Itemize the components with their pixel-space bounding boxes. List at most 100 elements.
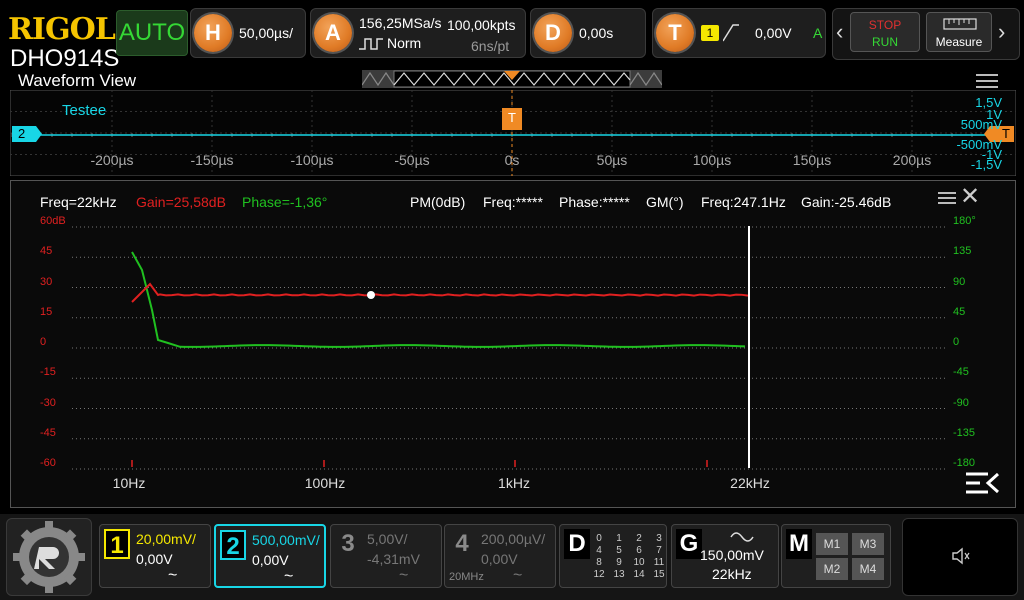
channel-4-number: 4 <box>455 530 469 557</box>
horizontal-panel[interactable]: H 50,00µs/ <box>190 8 306 58</box>
acquire-icon: A <box>314 14 352 52</box>
trigger-level: 0,00V <box>755 25 792 41</box>
scroll-left-icon[interactable]: ‹ <box>836 20 843 44</box>
measure-label: Measure <box>935 35 983 49</box>
digital-channel-index: 15 <box>653 569 665 580</box>
channel-scale: 5,00V/ <box>367 531 408 547</box>
channel-1-panel[interactable]: 1 20,00mV/0,00V ~ <box>99 524 211 588</box>
digital-channel-index: 2 <box>636 533 642 544</box>
digital-label: D <box>564 529 590 559</box>
sound-button[interactable] <box>902 518 1018 596</box>
channel-3-number: 3 <box>341 530 355 557</box>
channel-1-number: 1 <box>104 529 130 559</box>
trigger-type: A <box>813 25 823 41</box>
digital-channel-index: 10 <box>633 557 645 568</box>
home-button[interactable] <box>6 518 92 596</box>
digital-channel-index: 3 <box>656 533 662 544</box>
phase-axis-label: -135 <box>953 426 976 439</box>
ac-coupling-icon: ~ <box>168 567 178 584</box>
measure-button[interactable]: Measure <box>926 12 992 52</box>
digital-channel-index: 4 <box>596 545 602 556</box>
acquire-panel[interactable]: A 156,25MSa/s 100,00kpts Norm 6ns/pt <box>310 8 526 58</box>
freq-axis-label: 1kHz <box>498 475 530 491</box>
time-tick: 50µs <box>596 152 628 168</box>
horizontal-icon: H <box>194 14 232 52</box>
channel-2-panel[interactable]: 2 500,00mV/0,00V ~ <box>214 524 326 588</box>
digital-channel-index: 12 <box>593 569 605 580</box>
scroll-right-icon[interactable]: › <box>998 20 1005 44</box>
generator-panel[interactable]: G 150,00mV 22kHz <box>671 524 779 588</box>
gain-axis-label: -45 <box>40 426 56 439</box>
digital-channel-index: 9 <box>616 557 622 568</box>
digital-channel-index: 5 <box>616 545 622 556</box>
time-tick: 100µs <box>692 152 732 168</box>
channel-4-panel[interactable]: 4 200,00µV/0,00V ~20MHz <box>444 524 556 588</box>
math-m3-button[interactable]: M3 <box>852 533 884 555</box>
trigger-icon: T <box>656 14 694 52</box>
trigger-mode-status[interactable]: AUTO <box>116 10 188 56</box>
trigger-position-marker[interactable]: T <box>502 108 522 130</box>
phase-axis-label: 0 <box>953 336 960 348</box>
bode-plot[interactable] <box>10 180 1016 508</box>
waveform-view-title: Waveform View <box>18 71 137 90</box>
timebase-value: 50,00µs/ <box>239 25 293 41</box>
volt-label: -1,5V <box>970 157 1002 172</box>
generator-frequency: 22kHz <box>712 566 752 582</box>
stop-run-button[interactable]: STOP RUN <box>850 12 920 52</box>
gain-axis-label: 30 <box>40 275 53 288</box>
channel-offset: 0,00V <box>252 552 289 568</box>
time-tick: -100µs <box>290 152 334 168</box>
phase-curve <box>131 251 746 348</box>
gain-axis-label: 0 <box>40 336 47 348</box>
digital-channels-panel[interactable]: D 0 1 2 3 4 5 6 7 8 9 10 11 12 13 14 15 <box>559 524 667 588</box>
ac-coupling-icon: ~ <box>399 567 409 584</box>
curve-marker <box>367 291 375 299</box>
math-m4-button[interactable]: M4 <box>852 558 884 580</box>
channel-scale: 200,00µV/ <box>481 531 546 547</box>
delay-value: 0,00s <box>579 25 614 41</box>
time-tick: -50µs <box>394 152 430 168</box>
ac-coupling-icon: ~ <box>284 568 294 585</box>
math-m1-button[interactable]: M1 <box>816 533 848 555</box>
delay-icon: D <box>534 14 572 52</box>
time-tick: 150µs <box>792 152 832 168</box>
channel-offset: 0,00V <box>136 551 173 567</box>
digital-channel-index: 11 <box>653 557 665 568</box>
collapse-menu-icon[interactable] <box>964 470 1000 496</box>
math-panel[interactable]: M M1 M3 M2 M4 <box>781 524 891 588</box>
view-menu-icon[interactable] <box>976 74 998 88</box>
channel-scale: 20,00mV/ <box>136 531 196 547</box>
digital-channel-index: 6 <box>636 545 642 556</box>
math-m2-button[interactable]: M2 <box>816 558 848 580</box>
channel-2-marker[interactable]: 2 <box>12 126 42 142</box>
freq-axis-label: 10Hz <box>112 475 146 491</box>
gain-curve <box>131 282 749 303</box>
gain-axis-label: -60 <box>40 457 56 469</box>
gain-axis-label: 15 <box>40 305 53 318</box>
rising-edge-icon <box>723 24 739 42</box>
time-tick: 0s <box>504 152 520 168</box>
rigol-logo: RIGOL <box>8 12 116 47</box>
volt-label: 500mV <box>960 117 1002 132</box>
channel-scale: 500,00mV/ <box>252 532 320 548</box>
speaker-icon <box>952 547 970 565</box>
phase-axis-label: -180 <box>953 457 976 469</box>
memory-depth: 100,00kpts <box>447 17 516 33</box>
channel-label-testee: Testee <box>62 102 107 119</box>
run-label: RUN <box>872 35 898 49</box>
sine-wave-icon <box>730 532 754 542</box>
trigger-panel[interactable]: T 1 0,00V A <box>652 8 826 58</box>
digital-channel-index: 14 <box>633 569 645 580</box>
sample-rate: 156,25MSa/s <box>359 15 442 31</box>
acquire-mode-icon <box>359 38 383 50</box>
channel-3-panel[interactable]: 3 5,00V/ -4,31mV ~ <box>330 524 442 588</box>
freq-axis-label: 22kHz <box>730 475 770 491</box>
digital-channel-index: 1 <box>616 533 622 544</box>
digital-channel-index: 13 <box>613 569 625 580</box>
rigol-gear-icon <box>13 521 85 593</box>
time-tick: -150µs <box>190 152 234 168</box>
waveform-overview-bar[interactable] <box>362 70 662 88</box>
generator-label: G <box>676 529 702 559</box>
delay-panel[interactable]: D 0,00s <box>530 8 646 58</box>
gain-axis-label: 45 <box>40 245 53 258</box>
